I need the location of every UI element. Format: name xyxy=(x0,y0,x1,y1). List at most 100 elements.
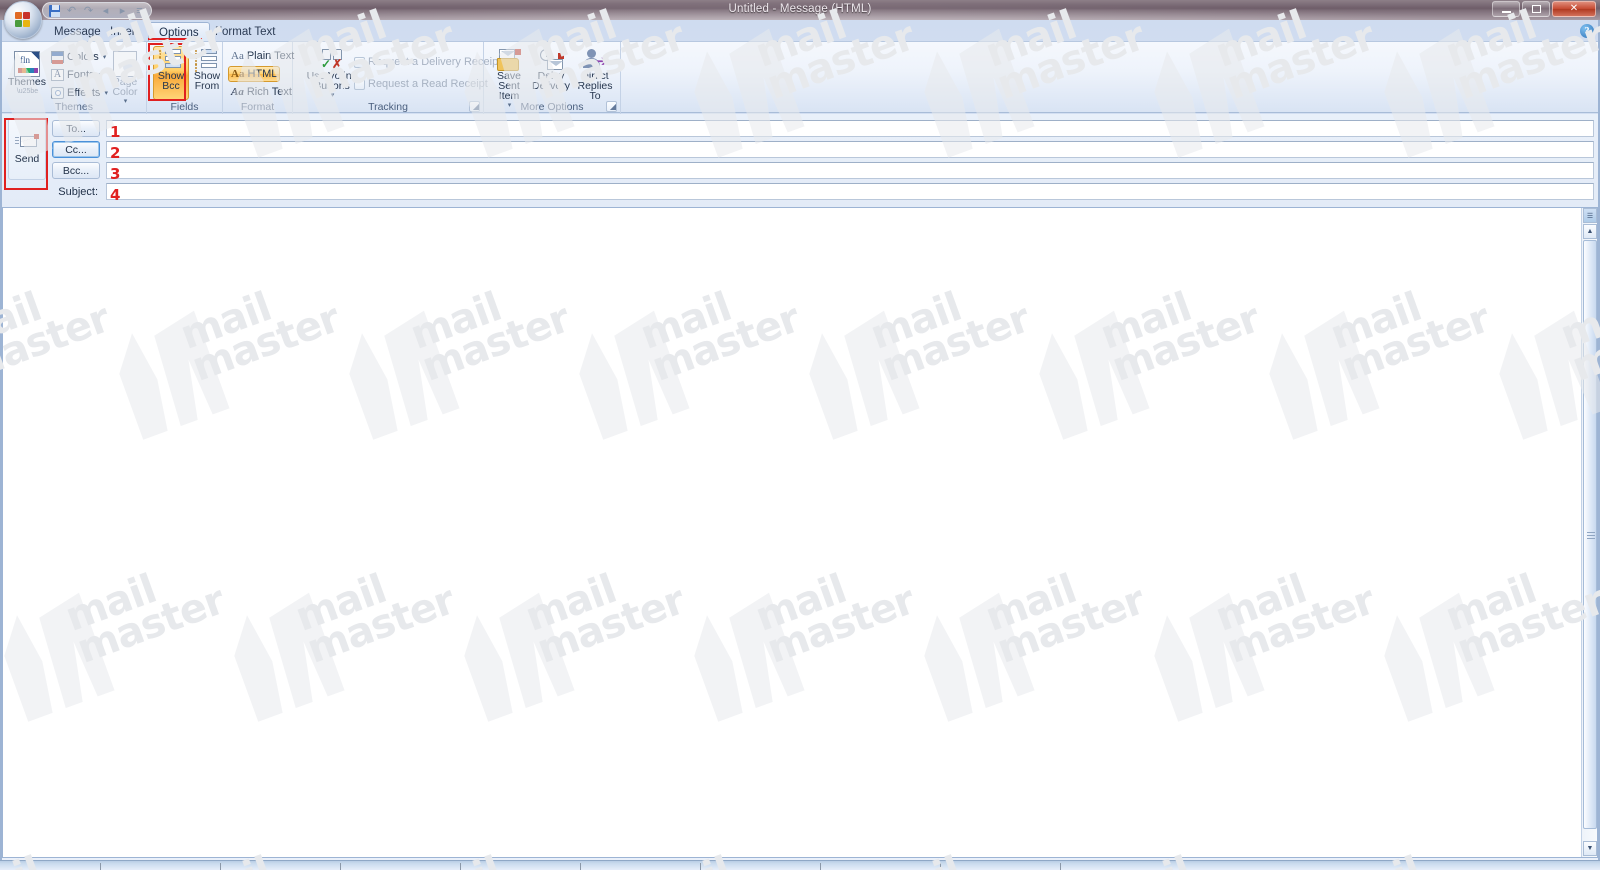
more-options-dialog-launcher[interactable]: ◢ xyxy=(606,101,617,112)
annotation-number-3: 3 xyxy=(110,165,121,183)
quick-access-toolbar: ↶ ↷ ◂ ▸ ≡ xyxy=(42,2,152,19)
direct-replies-to-icon: ➔ xyxy=(582,49,608,71)
customize-qat-icon[interactable]: ≡ xyxy=(134,4,145,17)
themes-button-label: Themes xyxy=(8,76,46,88)
ribbon-group-format: Aa Plain Text Aa HTML Aa Rich Text Forma… xyxy=(223,42,295,114)
ribbon: fln Themes \u25be Colors ▾ A Fonts ▾ Eff… xyxy=(2,41,1598,114)
plain-text-button[interactable]: Aa Plain Text xyxy=(228,48,297,64)
undo-icon[interactable]: ↶ xyxy=(66,4,77,17)
voting-buttons-icon: ✓ ✗ xyxy=(319,49,345,71)
taskbar-divider xyxy=(100,863,101,870)
ribbon-group-themes: fln Themes \u25be Colors ▾ A Fonts ▾ Eff… xyxy=(2,42,147,114)
page-color-button[interactable]: Page Color ▾ xyxy=(106,48,144,108)
request-delivery-receipt-label: Request a Delivery Receipt xyxy=(368,56,502,68)
direct-replies-to-button[interactable]: ➔ Direct Replies To xyxy=(572,46,618,102)
html-label: HTML xyxy=(247,68,278,80)
send-button[interactable]: Send xyxy=(8,118,46,180)
message-body-area[interactable]: ☰ ▲ ▼ xyxy=(2,207,1598,858)
send-button-label: Send xyxy=(14,152,40,165)
tracking-dialog-launcher[interactable]: ◢ xyxy=(469,101,480,112)
scrollbar-thumb[interactable] xyxy=(1583,240,1597,829)
effects-label: Effects xyxy=(67,87,101,99)
office-button[interactable] xyxy=(4,1,42,39)
save-sent-item-icon xyxy=(496,49,522,71)
to-button[interactable]: To... xyxy=(52,120,100,137)
help-icon[interactable]: ? xyxy=(1580,24,1594,38)
scroll-up-button[interactable]: ▲ xyxy=(1583,224,1597,239)
body-scrollbar[interactable]: ☰ ▲ ▼ xyxy=(1581,208,1597,857)
subject-label: Subject: xyxy=(58,185,98,198)
ribbon-group-more-options: Save Sent Item ▾ Delay Delivery ➔ Direct… xyxy=(484,42,621,114)
fonts-menu[interactable]: A Fonts ▾ xyxy=(48,67,105,83)
scrollbar-grip-icon xyxy=(1587,531,1595,541)
show-from-button[interactable]: Show From xyxy=(189,46,225,100)
taskbar-sliver xyxy=(0,860,1600,870)
tab-insert[interactable]: Insert xyxy=(100,22,149,42)
tab-options[interactable]: Options xyxy=(148,22,210,42)
save-sent-item-label: Save Sent Item xyxy=(497,70,521,102)
themes-icon: fln xyxy=(14,51,40,77)
direct-replies-to-label: Direct Replies To xyxy=(577,70,613,102)
taskbar-divider xyxy=(820,863,821,870)
show-bcc-label: Show Bcc xyxy=(157,70,185,92)
next-icon[interactable]: ▸ xyxy=(117,4,128,17)
split-view-icon[interactable]: ☰ xyxy=(1583,208,1597,223)
subject-input[interactable] xyxy=(106,183,1594,200)
tab-format-text[interactable]: Format Text xyxy=(205,22,286,42)
cc-input[interactable] xyxy=(106,141,1594,158)
checkbox-icon xyxy=(354,56,365,68)
show-bcc-icon xyxy=(158,49,184,72)
request-read-receipt-checkbox[interactable]: Request a Read Receipt xyxy=(351,76,491,92)
show-from-icon xyxy=(194,49,220,72)
previous-icon[interactable]: ◂ xyxy=(100,4,111,17)
send-icon xyxy=(15,133,39,150)
colors-menu[interactable]: Colors ▾ xyxy=(48,49,109,65)
taskbar-divider xyxy=(340,863,341,870)
taskbar-divider xyxy=(1060,863,1061,870)
show-bcc-button[interactable]: Show Bcc xyxy=(153,46,189,100)
colors-icon xyxy=(51,51,64,64)
minimize-button[interactable] xyxy=(1492,1,1520,17)
taskbar-divider xyxy=(1180,863,1181,870)
use-voting-buttons-label: Use Voting Buttons xyxy=(306,70,358,92)
window-controls: ✕ xyxy=(1492,1,1596,17)
group-label-more-options: More Options xyxy=(520,101,584,113)
title-bar: Untitled - Message (HTML) xyxy=(0,0,1600,20)
taskbar-divider xyxy=(700,863,701,870)
scroll-down-button[interactable]: ▼ xyxy=(1583,841,1597,856)
page-color-icon xyxy=(113,51,137,77)
redo-icon[interactable]: ↷ xyxy=(83,4,94,17)
delay-delivery-button[interactable]: Delay Delivery xyxy=(530,46,572,92)
delay-delivery-label: Delay Delivery xyxy=(532,70,570,92)
rich-text-button[interactable]: Aa Rich Text xyxy=(228,84,295,100)
message-header: Send To... Cc... Bcc... Subject: xyxy=(2,114,1598,207)
cc-button[interactable]: Cc... xyxy=(52,141,100,158)
maximize-button[interactable] xyxy=(1522,1,1550,17)
plain-text-label: Plain Text xyxy=(246,50,295,62)
group-label-tracking: Tracking xyxy=(368,101,408,113)
close-button[interactable]: ✕ xyxy=(1552,1,1596,17)
show-from-label: Show From xyxy=(193,70,221,92)
ribbon-group-fields: Show Bcc Show From Fields xyxy=(147,42,223,114)
annotation-number-4: 4 xyxy=(110,186,121,204)
save-icon[interactable] xyxy=(49,4,60,17)
bcc-button[interactable]: Bcc... xyxy=(52,162,100,179)
fonts-label: Fonts xyxy=(67,69,95,81)
themes-button[interactable]: fln Themes \u25be xyxy=(8,48,46,98)
delay-delivery-icon xyxy=(538,49,564,71)
annotation-number-2: 2 xyxy=(110,144,121,162)
plain-text-icon: Aa xyxy=(231,50,244,62)
taskbar-divider xyxy=(940,863,941,870)
group-label-format: Format xyxy=(240,101,275,113)
taskbar-divider xyxy=(220,863,221,870)
colors-label: Colors xyxy=(67,51,99,63)
request-delivery-receipt-checkbox[interactable]: Request a Delivery Receipt xyxy=(351,54,504,70)
html-button[interactable]: Aa HTML xyxy=(228,66,281,82)
effects-menu[interactable]: Effects ▾ xyxy=(48,85,111,101)
checkbox-icon xyxy=(354,78,365,90)
ribbon-group-tracking: ✓ ✗ Use Voting Buttons ▾ Request a Delive… xyxy=(293,42,501,114)
bcc-input[interactable] xyxy=(106,162,1594,179)
taskbar-divider xyxy=(580,863,581,870)
annotation-number-1: 1 xyxy=(110,123,121,141)
to-input[interactable] xyxy=(106,120,1594,137)
